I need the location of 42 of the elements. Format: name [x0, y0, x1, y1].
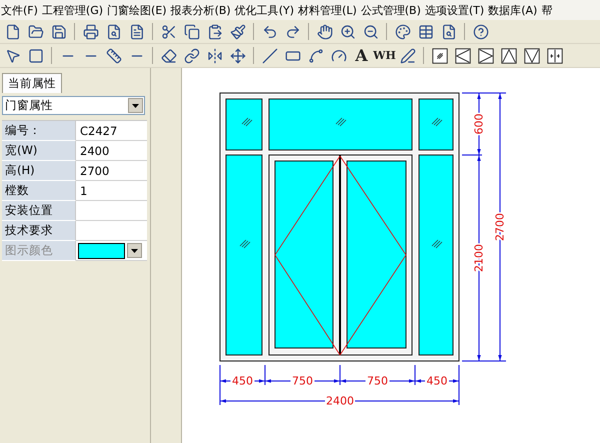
property-label: 安装位置 — [2, 201, 76, 221]
property-label: 高(H) — [2, 161, 76, 181]
text-tool-button[interactable]: A — [351, 45, 372, 66]
drawing-canvas[interactable]: 600 2100 2700 450 750 750 450 2400 — [182, 68, 600, 443]
height-dimension-label: 2100 — [472, 244, 486, 272]
menu-item[interactable]: 文件(F) — [0, 2, 41, 18]
menu-item[interactable]: 公式管理(B) — [360, 2, 424, 18]
width-dimension-label: 450 — [232, 374, 253, 388]
property-label: 图示颜色 — [2, 241, 76, 261]
property-label: 樘数 — [2, 181, 76, 201]
width-dimension-label: 750 — [292, 374, 313, 388]
width-dimension-label: 450 — [426, 374, 448, 388]
menu-item[interactable]: 选项设置(T) — [424, 2, 488, 18]
property-value[interactable]: C2427 — [76, 121, 147, 141]
menu-item[interactable]: 工程管理(G) — [40, 2, 106, 18]
height-dimension-label: 600 — [472, 114, 486, 134]
glass-mark-icon — [336, 118, 346, 126]
caret-icon — [131, 248, 138, 252]
property-label: 技术要求 — [2, 221, 76, 241]
property-value[interactable]: 1 — [76, 181, 147, 201]
menu-item[interactable]: 材料管理(L) — [297, 2, 360, 18]
menu-item[interactable]: 帮 — [540, 2, 556, 18]
width-dimension-label: 750 — [367, 374, 388, 388]
property-value[interactable]: 2700 — [76, 161, 147, 181]
total-height-label: 2700 — [494, 213, 506, 241]
glass-mark-icon — [242, 118, 252, 126]
property-label: 宽(W) — [2, 141, 76, 161]
menu-item[interactable]: 数据库(A) — [487, 2, 540, 18]
object-select[interactable]: 门窗属性 — [2, 96, 145, 115]
glass-mark-icon — [432, 118, 442, 126]
color-select[interactable] — [76, 241, 147, 261]
panel-tab[interactable]: 当前属性 — [2, 73, 62, 93]
menu-item[interactable]: 优化工具(Y) — [234, 2, 298, 18]
glass-mark-icon — [432, 240, 442, 248]
total-width-label: 2400 — [326, 394, 354, 408]
menu-item[interactable]: 报表分析(B) — [170, 2, 234, 18]
property-label: 编号： — [2, 121, 76, 141]
property-value[interactable]: 2400 — [76, 141, 147, 161]
dimension-tool-button[interactable]: WH — [374, 45, 395, 66]
menu-item[interactable]: 门窗绘图(E) — [106, 2, 170, 18]
glass-mark-icon — [240, 240, 250, 248]
caret-icon — [132, 104, 139, 108]
